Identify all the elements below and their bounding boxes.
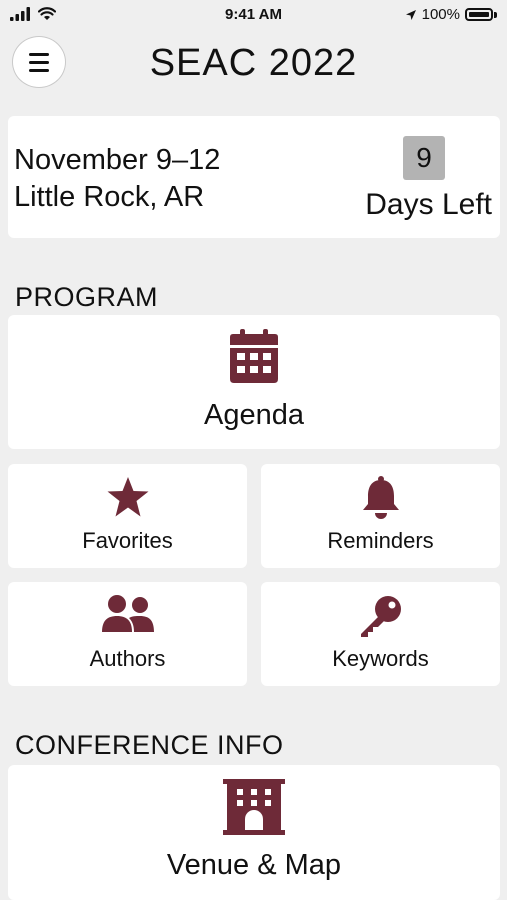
battery-icon — [465, 8, 493, 21]
event-dates: November 9–12 — [14, 144, 221, 176]
days-left-badge: 9 — [403, 136, 445, 180]
favorites-tile[interactable]: Favorites — [8, 464, 247, 568]
location-arrow-icon — [405, 9, 416, 20]
users-icon — [101, 595, 154, 632]
venue-map-tile[interactable]: Venue & Map — [8, 765, 500, 900]
status-bar: 9:41 AM 100% — [0, 0, 507, 30]
conference-info-heading: CONFERENCE INFO — [15, 730, 284, 760]
calendar-icon — [230, 329, 278, 383]
days-left-label: Days Left — [365, 188, 492, 221]
keywords-label: Keywords — [332, 646, 429, 671]
keywords-tile[interactable]: Keywords — [261, 582, 500, 686]
agenda-label: Agenda — [204, 399, 304, 431]
event-location: Little Rock, AR — [14, 181, 205, 213]
authors-tile[interactable]: Authors — [8, 582, 247, 686]
building-icon — [223, 779, 285, 835]
favorites-label: Favorites — [82, 528, 173, 553]
app-title: SEAC 2022 — [149, 42, 358, 84]
authors-label: Authors — [89, 646, 166, 671]
reminders-tile[interactable]: Reminders — [261, 464, 500, 568]
event-info-card: November 9–12 Little Rock, AR 9 Days Lef… — [8, 116, 500, 238]
status-right: 100% — [405, 6, 497, 23]
key-icon — [360, 596, 401, 637]
star-icon — [107, 477, 148, 517]
agenda-tile[interactable]: Agenda — [8, 315, 500, 449]
battery-percent: 100% — [421, 6, 460, 23]
program-heading: PROGRAM — [15, 282, 159, 312]
event-details: November 9–12 Little Rock, AR — [14, 142, 220, 216]
reminders-label: Reminders — [327, 528, 434, 553]
venue-map-label: Venue & Map — [166, 849, 342, 881]
battery-cap — [494, 11, 497, 18]
bell-icon — [362, 476, 399, 519]
